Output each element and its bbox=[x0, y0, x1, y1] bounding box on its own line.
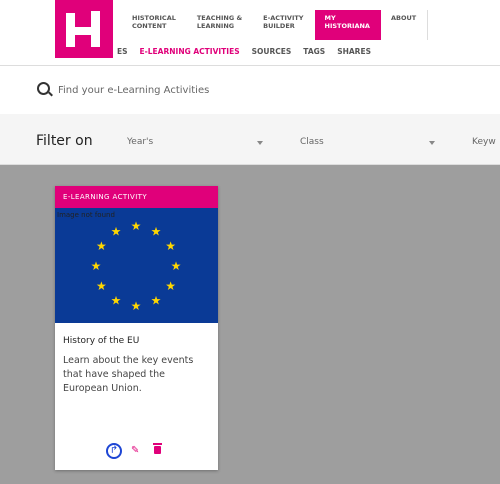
eu-star-icon: ★ bbox=[165, 279, 176, 293]
eu-star-icon: ★ bbox=[111, 294, 122, 308]
eu-star-icon: ★ bbox=[131, 299, 142, 313]
year-select[interactable]: Year's bbox=[127, 137, 153, 147]
sub-nav: ES E-LEARNING ACTIVITIES SOURCES TAGS SH… bbox=[117, 47, 383, 56]
card-image[interactable]: Image not found ★ ★ ★ ★ ★ ★ ★ ★ ★ ★ ★ ★ bbox=[55, 208, 218, 323]
eu-star-icon: ★ bbox=[151, 294, 162, 308]
nav-teaching-learning[interactable]: TEACHING & LEARNING bbox=[187, 10, 253, 40]
card-actions: ↱ ✎ bbox=[55, 442, 218, 462]
eu-star-icon: ★ bbox=[111, 224, 122, 238]
year-chevron-down-icon[interactable] bbox=[257, 141, 263, 145]
nav-about[interactable]: ABOUT bbox=[381, 10, 429, 40]
historiana-logo[interactable] bbox=[55, 0, 113, 58]
eu-star-icon: ★ bbox=[96, 239, 107, 253]
search-icon bbox=[37, 82, 50, 95]
search-bar[interactable]: Find your e-Learning Activities bbox=[0, 65, 500, 115]
eu-star-icon: ★ bbox=[151, 224, 162, 238]
subnav-e-learning-activities[interactable]: E-LEARNING ACTIVITIES bbox=[140, 47, 240, 56]
card-title[interactable]: History of the EU bbox=[55, 323, 218, 346]
subnav-tags[interactable]: TAGS bbox=[303, 47, 325, 56]
class-chevron-down-icon[interactable] bbox=[429, 141, 435, 145]
subnav-sources[interactable]: SOURCES bbox=[252, 47, 292, 56]
nav-my-historiana[interactable]: MY HISTORIANA bbox=[314, 10, 381, 40]
card-type-badge: E-LEARNING ACTIVITY bbox=[55, 186, 218, 208]
eu-star-icon: ★ bbox=[91, 259, 102, 273]
trash-icon[interactable] bbox=[153, 443, 162, 454]
keyword-input[interactable]: Keyw bbox=[472, 137, 496, 147]
class-select[interactable]: Class bbox=[300, 137, 324, 147]
search-input[interactable]: Find your e-Learning Activities bbox=[58, 85, 209, 96]
filter-label: Filter on bbox=[36, 133, 93, 149]
nav-historical-content[interactable]: HISTORICAL CONTENT bbox=[122, 10, 187, 40]
filter-bar: Filter on Year's Class Keyw bbox=[0, 114, 500, 165]
subnav-shares[interactable]: SHARES bbox=[337, 47, 371, 56]
eu-star-icon: ★ bbox=[165, 239, 176, 253]
main-nav: HISTORICAL CONTENT TEACHING & LEARNING E… bbox=[122, 10, 429, 44]
subnav-es[interactable]: ES bbox=[117, 47, 128, 56]
nav-e-activity-builder[interactable]: E-ACTIVITY BUILDER bbox=[253, 10, 314, 40]
eu-flag-stars: ★ ★★★★★★★★★★★ bbox=[91, 219, 182, 313]
eu-star-icon: ★ bbox=[171, 259, 182, 273]
activity-card[interactable]: E-LEARNING ACTIVITY Image not found ★ ★ ★ ★… bbox=[55, 186, 218, 470]
pencil-icon[interactable]: ✎ bbox=[131, 444, 139, 458]
card-description: Learn about the key events that have sha… bbox=[63, 355, 194, 394]
share-icon[interactable]: ↱ bbox=[106, 443, 122, 459]
header: HISTORICAL CONTENT TEACHING & LEARNING E… bbox=[0, 0, 500, 65]
eu-star-icon: ★ bbox=[131, 219, 142, 233]
eu-star-icon: ★ bbox=[96, 279, 107, 293]
